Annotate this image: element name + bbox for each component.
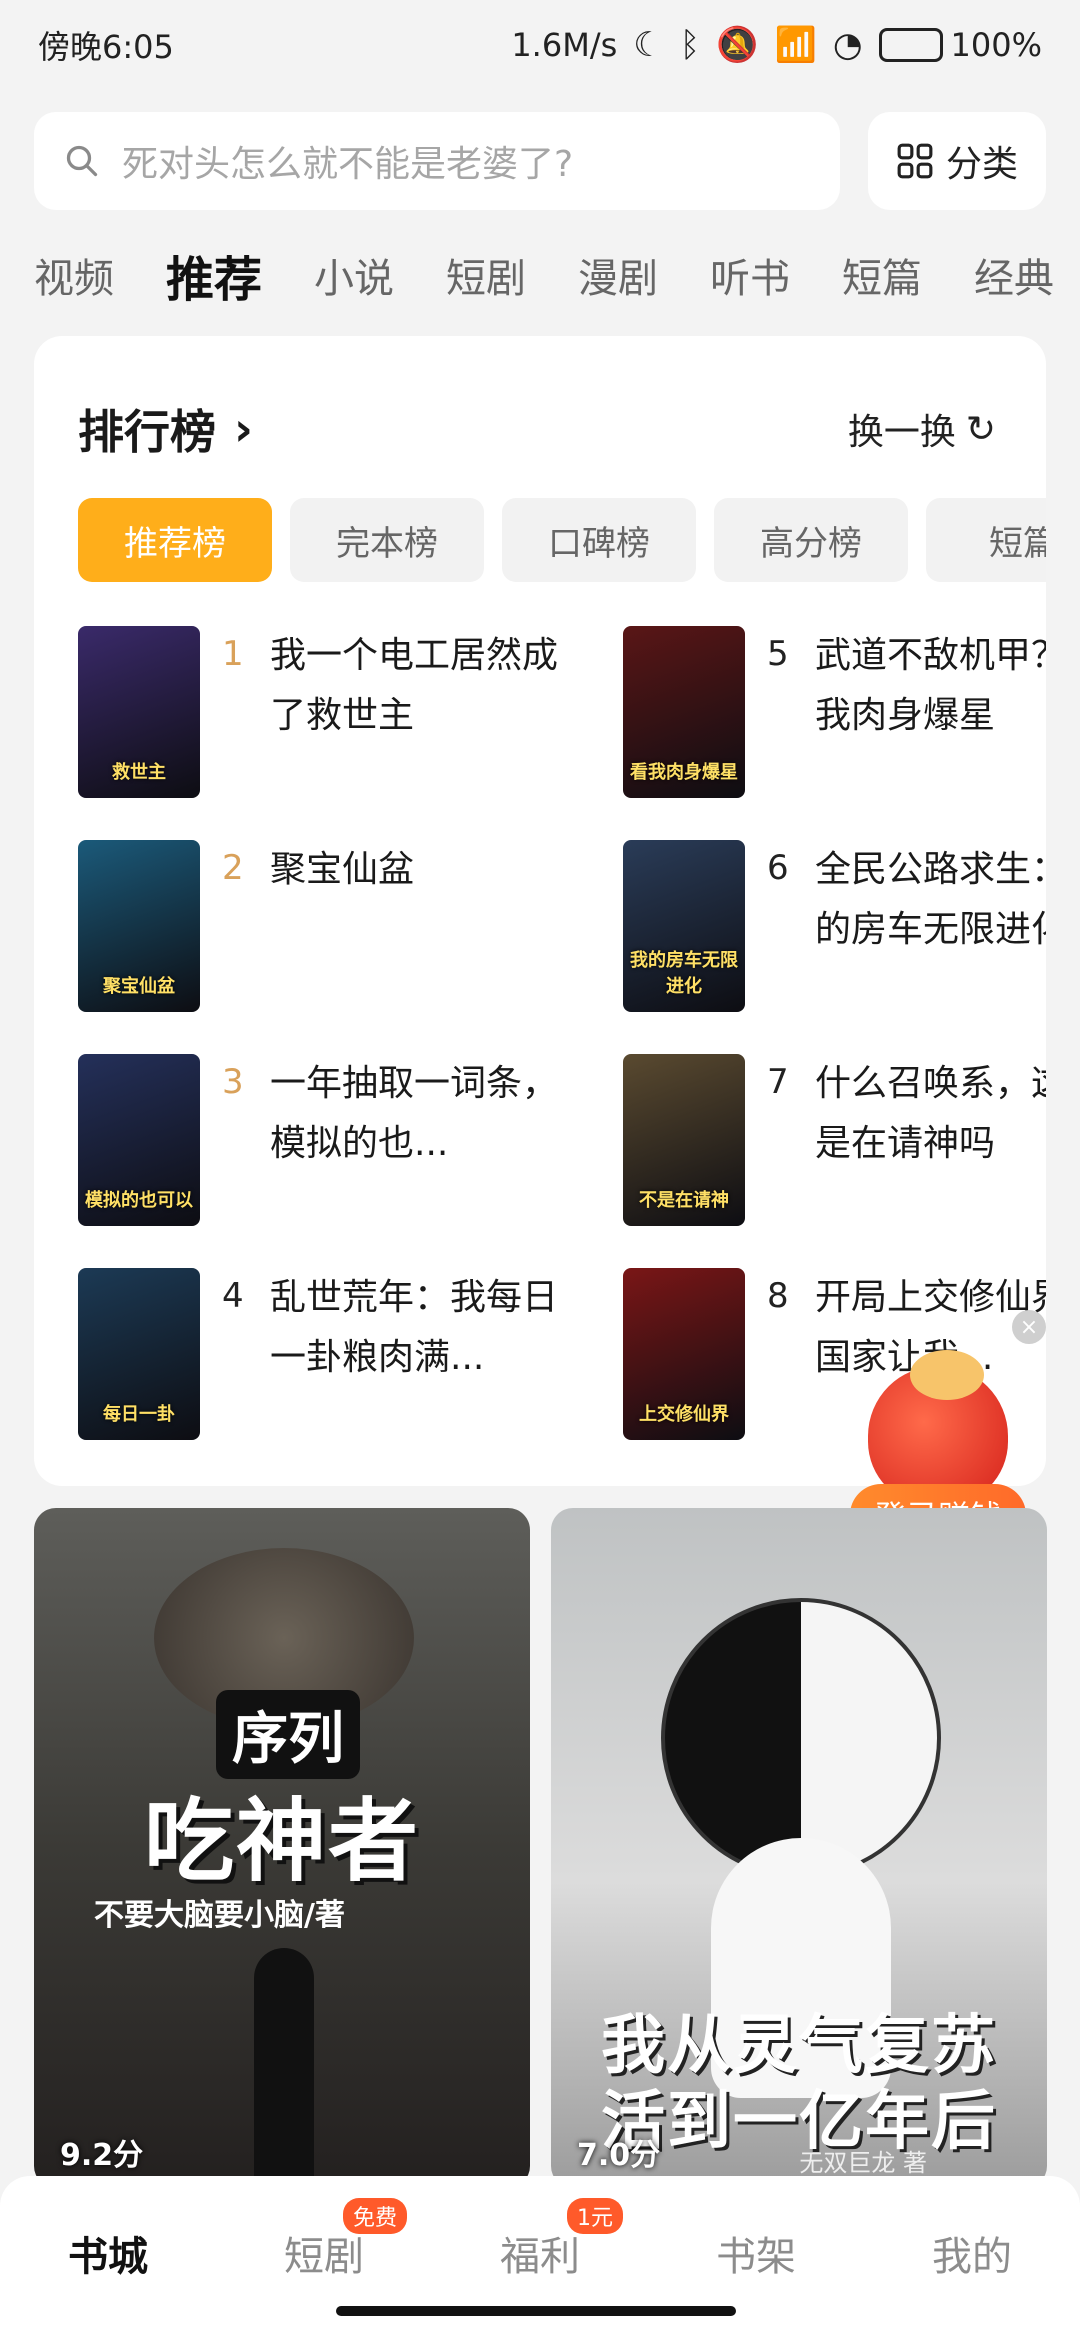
tab-short-story[interactable]: 短篇 [842,246,922,304]
channel-tabs: 视频 推荐 小说 短剧 漫剧 听书 短篇 经典 [34,240,1080,310]
ranking-title: 排行榜 [78,405,216,459]
book-score: 9.2分 [60,2138,144,2173]
rank-tab-reputation[interactable]: 口碑榜 [502,498,696,582]
book-cover: 每日一卦 [78,1268,200,1440]
signal-icon: 📶 [774,25,817,65]
status-icons: 1.6M/s ☾ ᛒ 🔕 📶 ◔ 100% [511,25,1042,65]
rank-number: 7 [767,1062,789,1102]
coin-icon [910,1350,984,1400]
bluetooth-icon: ᛒ [679,25,701,65]
tab-classic[interactable]: 经典 [974,246,1054,304]
tab-recommend[interactable]: 推荐 [166,240,262,310]
nav-me[interactable]: 我的 [897,2224,1047,2282]
nav-label: 我的 [932,2234,1012,2280]
book-title: 我一个电工居然成了救世主 [270,635,559,736]
feature-book-card[interactable]: 序列 吃神者 不要大脑要小脑/著 9.2分 [34,1508,530,2188]
rank-tab-recommend[interactable]: 推荐榜 [78,498,272,582]
nav-label: 书架 [716,2234,796,2280]
book-title: 什么召唤系，这不是在请神吗 [815,1063,1046,1164]
rank-item[interactable]: 每日一卦 4 乱世荒年：我每日一卦粮肉满... [78,1268,578,1442]
ranking-header: 排行榜 › 换一换 ↻ [78,396,996,462]
rank-item[interactable]: 模拟的也可以 3 一年抽取一词条，模拟的也... [78,1054,578,1228]
cover-title: 吃神者 [144,1789,420,1894]
status-time: 傍晚6:05 [38,28,174,66]
rank-tab-high-score[interactable]: 高分榜 [714,498,908,582]
book-cover: 不是在请神 [623,1054,745,1226]
book-cover: 上交修仙界 [623,1268,745,1440]
refresh-button[interactable]: 换一换 ↻ [848,403,996,455]
rank-item[interactable]: 看我肉身爆星 5 武道不敌机甲？看我肉身爆星 [623,626,1046,800]
free-badge: 免费 [342,2198,407,2234]
battery-indicator: 100% [878,26,1042,64]
ranking-title-link[interactable]: 排行榜 › [78,396,253,462]
network-speed: 1.6M/s [511,26,618,64]
book-cover: 聚宝仙盆 [78,840,200,1012]
moon-icon: ☾ [633,25,664,65]
book-title: 武道不敌机甲？看我肉身爆星 [815,635,1046,736]
nav-label: 书城 [68,2234,148,2280]
book-title: 全民公路求生：我的房车无限进化 [815,849,1046,950]
home-indicator[interactable] [336,2306,736,2316]
rank-number: 4 [222,1276,244,1316]
book-title: 聚宝仙盆 [270,849,415,890]
rank-tab-short[interactable]: 短篇 [926,498,1046,582]
grid-icon [897,143,933,179]
nav-short-drama[interactable]: 短剧 免费 [249,2198,407,2282]
mute-bell-icon: 🔕 [716,25,759,65]
book-cover: 看我肉身爆星 [623,626,745,798]
chevron-right-icon: › [234,402,253,456]
rank-item[interactable]: 不是在请神 7 什么召唤系，这不是在请神吗 [623,1054,1046,1228]
rank-item[interactable]: 救世主 1 我一个电工居然成了救世主 [78,626,578,800]
search-placeholder: 死对头怎么就不能是老婆了? [122,144,574,185]
tab-comic-drama[interactable]: 漫剧 [578,246,658,304]
rank-tab-completed[interactable]: 完本榜 [290,498,484,582]
cover-author: 无双巨龙 著 [799,2149,927,2177]
cover-figure [254,1948,314,2188]
rank-number: 3 [222,1062,244,1102]
status-bar: 傍晚6:05 1.6M/s ☾ ᛒ 🔕 📶 ◔ 100% [0,0,1080,90]
search-input[interactable]: 死对头怎么就不能是老婆了? [34,112,840,210]
rank-number: 6 [767,848,789,888]
battery-percent: 100% [950,26,1042,64]
book-cover: 模拟的也可以 [78,1054,200,1226]
yin-yang-illustration [661,1598,941,1878]
nav-label: 短剧 [284,2234,364,2280]
tab-video[interactable]: 视频 [34,246,114,304]
book-score: 7.0分 [577,2138,661,2173]
tab-audiobook[interactable]: 听书 [710,246,790,304]
book-title: 乱世荒年：我每日一卦粮肉满... [270,1277,559,1378]
category-button[interactable]: 分类 [868,112,1046,210]
nav-bookstore[interactable]: 书城 [33,2224,183,2282]
rank-item[interactable]: 聚宝仙盆 2 聚宝仙盆 [78,840,578,1014]
rank-item[interactable]: 我的房车无限进化 6 全民公路求生：我的房车无限进化 [623,840,1046,1014]
rank-number: 1 [222,634,244,674]
nav-label: 福利 [500,2234,580,2280]
nav-bookshelf[interactable]: 书架 [681,2224,831,2282]
rank-number: 2 [222,848,244,888]
series-tag: 序列 [216,1690,360,1779]
close-icon[interactable]: × [1012,1310,1046,1344]
tab-novel[interactable]: 小说 [314,246,394,304]
search-row: 死对头怎么就不能是老婆了? 分类 [34,112,1046,210]
search-icon [66,145,98,177]
feature-book-card[interactable]: 我从灵气复苏活到一亿年后 无双巨龙 著 7.0分 [551,1508,1047,2188]
nav-welfare[interactable]: 福利 1元 [465,2198,623,2282]
book-cover: 我的房车无限进化 [623,840,745,1012]
ranking-tabs: 推荐榜 完本榜 口碑榜 高分榜 短篇 [78,498,1046,582]
price-badge: 1元 [567,2198,623,2234]
refresh-icon: ↻ [965,408,996,450]
rank-number: 8 [767,1276,789,1316]
category-label: 分类 [945,144,1018,185]
refresh-label: 换一换 [847,412,956,453]
book-title: 一年抽取一词条，模拟的也... [270,1063,559,1164]
tab-short-drama[interactable]: 短剧 [446,246,526,304]
battery-icon [878,28,943,62]
rank-number: 5 [767,634,789,674]
book-cover: 救世主 [78,626,200,798]
cover-author: 不要大脑要小脑/著 [94,1898,345,1933]
wifi-icon: ◔ [832,25,863,65]
